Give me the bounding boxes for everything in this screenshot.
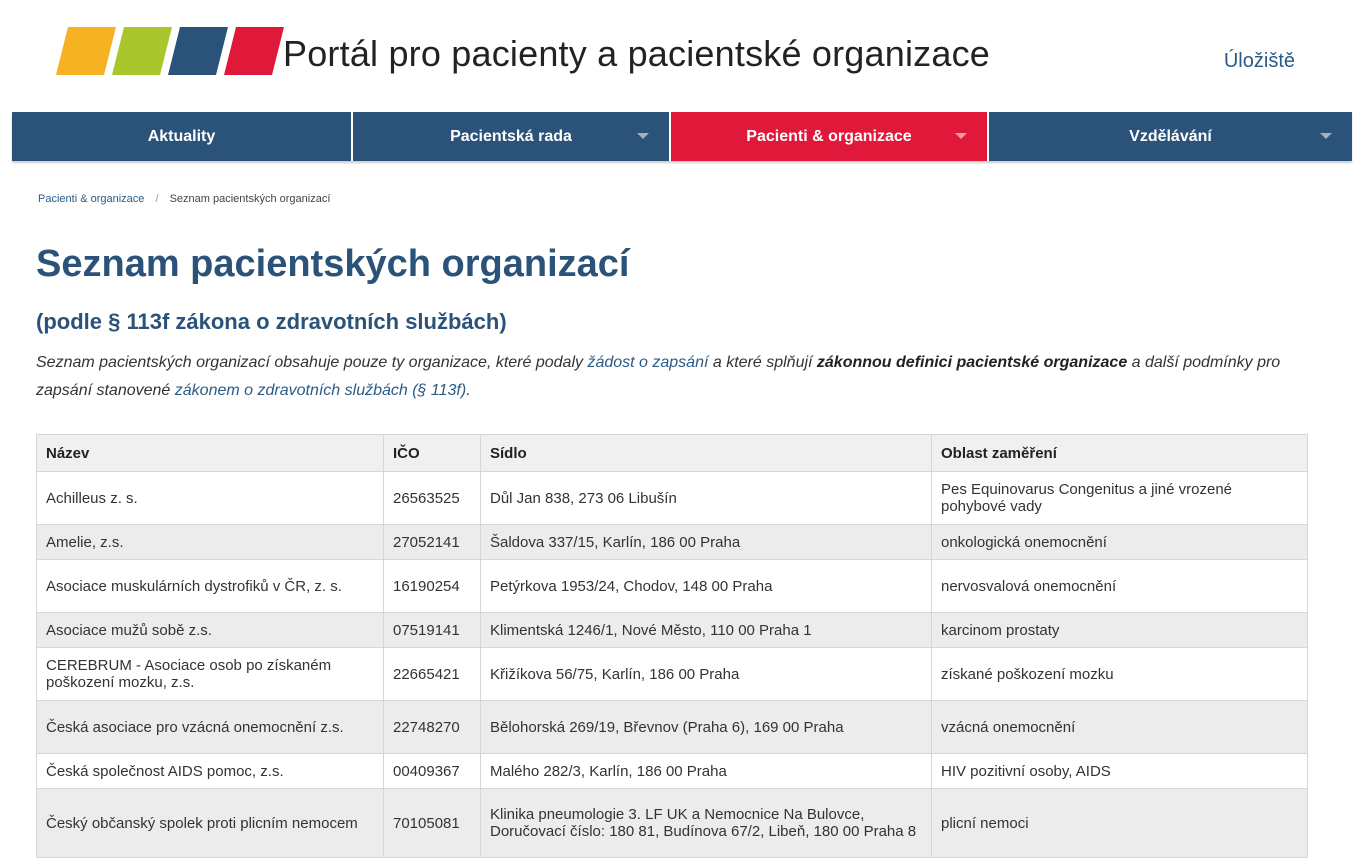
chevron-down-icon[interactable]: [1320, 133, 1332, 139]
site-title[interactable]: Portál pro pacienty a pacientské organiz…: [283, 33, 990, 75]
logo-block: [224, 27, 284, 75]
main-nav: Aktuality Pacientská rada Pacienti & organ…: [12, 112, 1352, 161]
nav-item[interactable]: Vzdělávání: [989, 112, 1352, 161]
table-row: Asociace muskulárních dystrofiků v ČR, z…: [36, 559, 1308, 613]
page-title: Seznam pacientských organizací: [36, 243, 630, 285]
org-seat-cell: Klinika pneumologie 3. LF UK a Nemocnice…: [480, 788, 932, 858]
nav-item-label: Vzdělávání: [1129, 127, 1212, 145]
org-ico-cell: 27052141: [383, 524, 481, 560]
nav-item-label: Aktuality: [147, 127, 216, 145]
column-header-name: Název: [36, 434, 384, 472]
org-name-cell: Česká společnost AIDS pomoc, z.s.: [36, 753, 384, 789]
column-header-seat: Sídlo: [480, 434, 932, 472]
table-row: Český občanský spolek proti plicním nemo…: [36, 788, 1308, 858]
table-row: Amelie, z.s. 27052141 Šaldova 337/15, Karl…: [36, 524, 1308, 560]
org-name-cell: Asociace mužů sobě z.s.: [36, 612, 384, 648]
org-seat-cell: Klimentská 1246/1, Nové Město, 110 00 Pr…: [480, 612, 932, 648]
table-header-row: Název IČO Sídlo Oblast zaměření: [36, 434, 1308, 472]
org-focus-cell: karcinom prostaty: [931, 612, 1308, 648]
intro-part: .: [466, 382, 471, 399]
org-seat-cell: Důl Jan 838, 273 06 Libušín: [480, 471, 932, 525]
logo-block: [56, 27, 116, 75]
org-name-cell: CEREBRUM - Asociace osob po získaném poš…: [36, 647, 384, 701]
intro-part: Seznam pacientských organizací obsahuje …: [36, 354, 588, 371]
org-focus-cell: Pes Equinovarus Congenitus a jiné vrozen…: [931, 471, 1308, 525]
org-ico-cell: 07519141: [383, 612, 481, 648]
column-header-focus: Oblast zaměření: [931, 434, 1308, 472]
intro-text: Seznam pacientských organizací obsahuje …: [36, 349, 1311, 405]
org-focus-cell: vzácná onemocnění: [931, 700, 1308, 754]
table-row: Česká asociace pro vzácná onemocnění z.s…: [36, 700, 1308, 754]
breadcrumb-separator: /: [155, 193, 159, 205]
nav-item-label: Pacienti & organizace: [746, 127, 912, 145]
application-link[interactable]: žádost o zapsání: [587, 354, 708, 371]
table-row: Asociace mužů sobě z.s. 07519141 Klimentsk…: [36, 612, 1308, 648]
storage-link[interactable]: Úložiště: [1224, 50, 1295, 73]
org-name-cell: Asociace muskulárních dystrofiků v ČR, z…: [36, 559, 384, 613]
nav-item[interactable]: Pacienti & organizace: [671, 112, 989, 161]
intro-part: a které splňují: [708, 354, 817, 371]
org-seat-cell: Malého 282/3, Karlín, 186 00 Praha: [480, 753, 932, 789]
breadcrumb: Pacienti & organizace / Seznam pacientsk…: [38, 193, 330, 205]
nav-item[interactable]: Pacientská rada: [353, 112, 671, 161]
site-header: Portál pro pacienty a pacientské organiz…: [0, 0, 1353, 112]
page-subtitle: (podle § 113f zákona o zdravotních služb…: [36, 309, 507, 334]
column-header-ico: IČO: [383, 434, 481, 472]
nav-item[interactable]: Aktuality: [12, 112, 353, 161]
nav-item-label: Pacientská rada: [450, 127, 572, 145]
site-logo[interactable]: [52, 27, 284, 77]
org-ico-cell: 70105081: [383, 788, 481, 858]
table-row: CEREBRUM - Asociace osob po získaném poš…: [36, 647, 1308, 701]
breadcrumb-current: Seznam pacientských organizací: [169, 193, 331, 205]
org-ico-cell: 22748270: [383, 700, 481, 754]
org-ico-cell: 16190254: [383, 559, 481, 613]
org-ico-cell: 26563525: [383, 471, 481, 525]
org-focus-cell: získané poškození mozku: [931, 647, 1308, 701]
organizations-table: Název IČO Sídlo Oblast zaměření Achilleu…: [36, 434, 1308, 858]
org-ico-cell: 00409367: [383, 753, 481, 789]
org-focus-cell: HIV pozitivní osoby, AIDS: [931, 753, 1308, 789]
org-focus-cell: plicní nemoci: [931, 788, 1308, 858]
org-focus-cell: nervosvalová onemocnění: [931, 559, 1308, 613]
table-row: Česká společnost AIDS pomoc, z.s. 0040936…: [36, 753, 1308, 789]
org-seat-cell: Bělohorská 269/19, Břevnov (Praha 6), 16…: [480, 700, 932, 754]
org-name-cell: Česká asociace pro vzácná onemocnění z.s…: [36, 700, 384, 754]
chevron-down-icon[interactable]: [955, 133, 967, 139]
logo-block: [168, 27, 228, 75]
org-seat-cell: Křižíkova 56/75, Karlín, 186 00 Praha: [480, 647, 932, 701]
org-ico-cell: 22665421: [383, 647, 481, 701]
org-name-cell: Český občanský spolek proti plicním nemo…: [36, 788, 384, 858]
org-seat-cell: Šaldova 337/15, Karlín, 186 00 Praha: [480, 524, 932, 560]
chevron-down-icon[interactable]: [637, 133, 649, 139]
table-row: Achilleus z. s. 26563525 Důl Jan 838, 273 …: [36, 471, 1308, 525]
logo-block: [112, 27, 172, 75]
org-focus-cell: onkologická onemocnění: [931, 524, 1308, 560]
org-name-cell: Amelie, z.s.: [36, 524, 384, 560]
org-seat-cell: Petýrkova 1953/24, Chodov, 148 00 Praha: [480, 559, 932, 613]
org-name-cell: Achilleus z. s.: [36, 471, 384, 525]
breadcrumb-parent[interactable]: Pacienti & organizace: [38, 193, 144, 205]
law-link[interactable]: zákonem o zdravotních službách (§ 113f): [175, 382, 466, 399]
definition-emphasis: zákonnou definici pacientské organizace: [816, 354, 1128, 371]
